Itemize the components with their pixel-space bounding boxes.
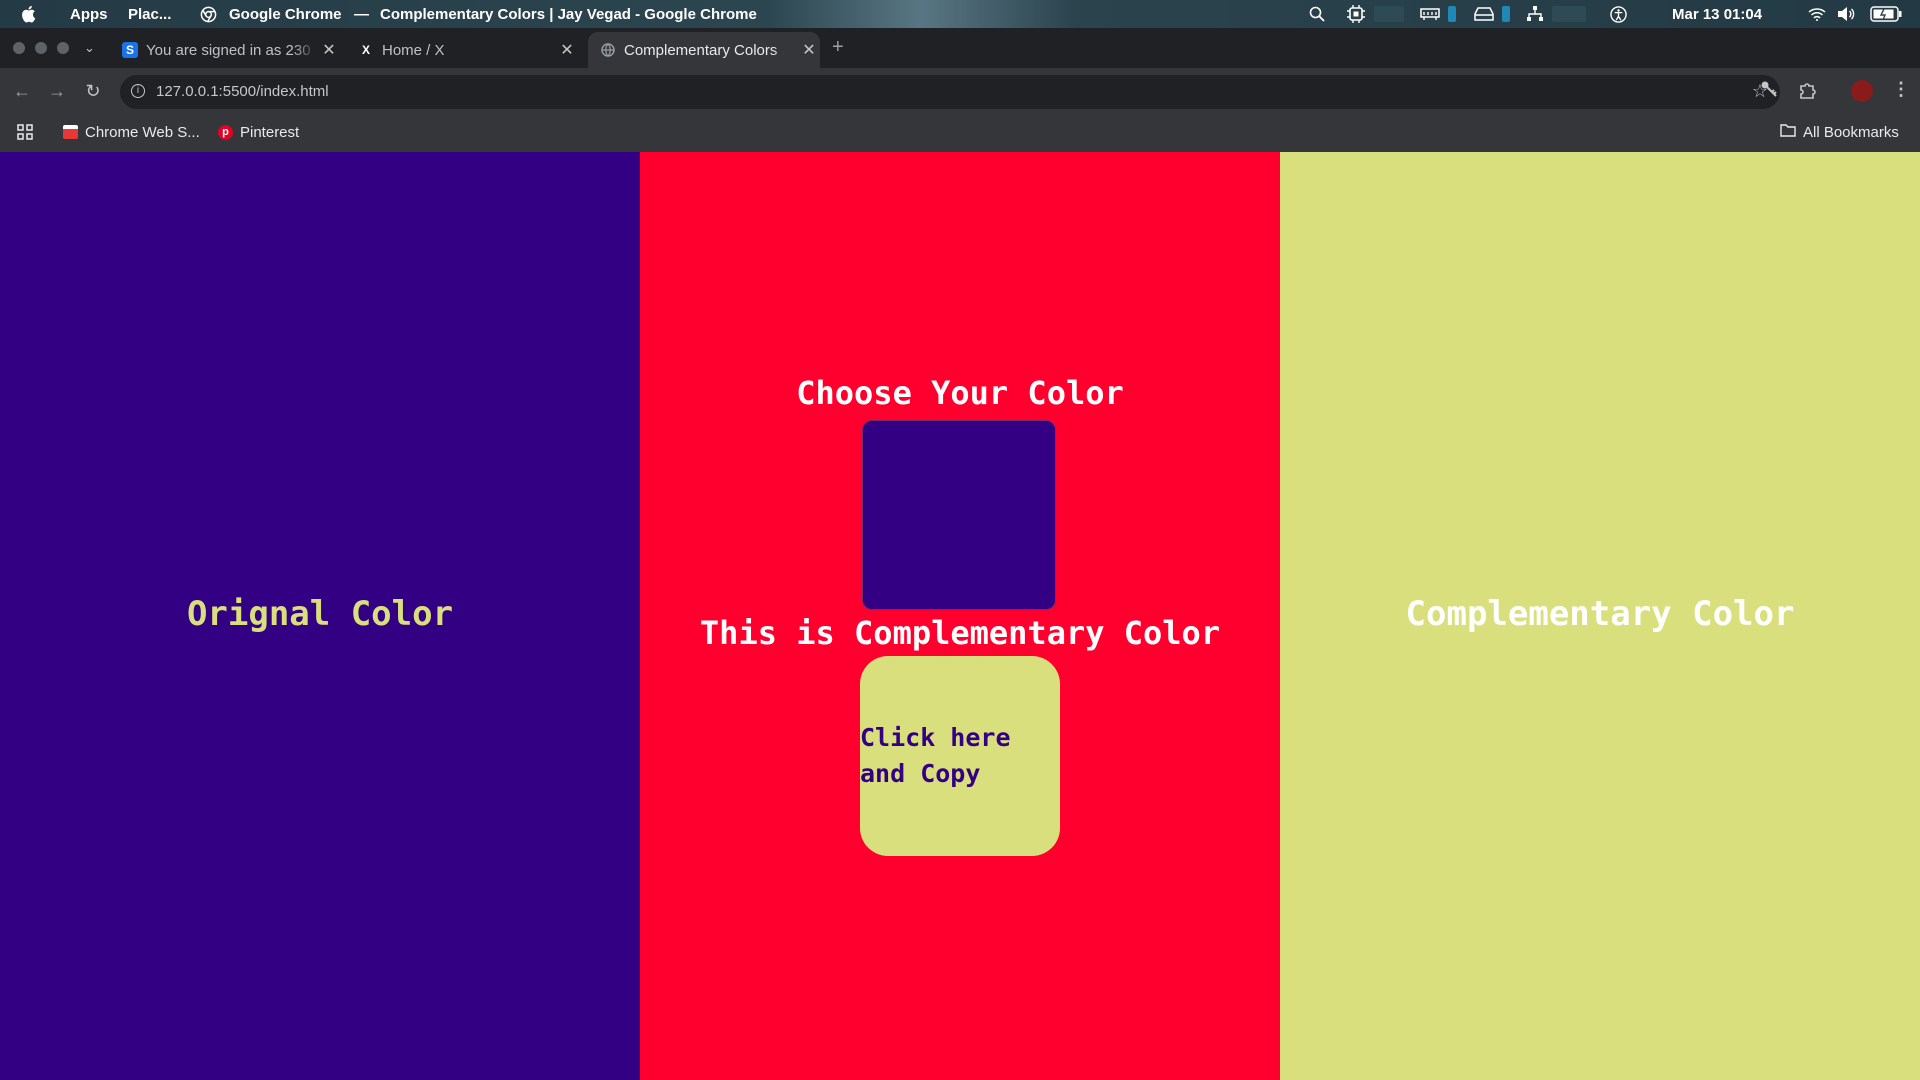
menu-kebab-icon[interactable]: ⋮ [1892,79,1910,100]
cpu-icon[interactable] [1347,0,1365,28]
apps-menu[interactable]: Apps [70,0,108,28]
title-separator: — [354,5,369,23]
tab-title: Home / X [382,41,445,59]
site-info-icon[interactable]: i [131,84,145,98]
tab-title: You are signed in as 230 [146,41,311,59]
os-top-bar: Apps Plac... Google Chrome — Complementa… [0,0,1920,28]
window-minimize-button[interactable] [35,42,47,54]
page-content: Orignal Color Choose Your Color This is … [0,152,1920,1080]
bookmark-chrome-web-store[interactable]: Chrome Web S... [63,122,200,142]
x-logo-icon: X [361,43,370,57]
battery-icon[interactable] [1870,0,1902,28]
clock[interactable]: Mar 13 01:04 [1672,0,1762,28]
profile-avatar[interactable] [1851,80,1873,102]
original-color-panel: Orignal Color [0,152,640,1080]
cpu-graph [1374,6,1404,22]
bookmark-label: Chrome Web S... [85,123,200,141]
tab-close-icon[interactable]: ✕ [556,40,578,60]
memory-graph [1448,6,1456,22]
globe-icon [600,42,616,58]
memory-icon[interactable] [1420,0,1440,28]
copy-button-label: Click here and Copy [860,723,1011,788]
new-tab-button[interactable]: + [832,36,844,59]
original-color-label: Orignal Color [186,594,454,634]
forward-arrow-icon[interactable]: → [46,80,68,102]
extensions-puzzle-icon[interactable] [1798,80,1818,105]
accessibility-icon[interactable] [1610,0,1627,28]
pinterest-icon: p [218,124,233,140]
apps-grid-icon[interactable] [17,122,33,142]
tab-favicon-s-icon: S [122,42,138,58]
window-title: Complementary Colors | Jay Vegad - Googl… [380,5,757,23]
tab-complementary-colors[interactable]: Complementary Colors ✕ [588,32,820,68]
storage-icon[interactable] [1474,0,1494,28]
tab-home-x[interactable]: X Home / X ✕ [346,32,578,68]
back-arrow-icon[interactable]: ← [11,80,33,102]
bookmark-pinterest[interactable]: p Pinterest [218,122,299,142]
folder-icon [1780,123,1796,141]
network-graph [1552,6,1586,22]
color-picker-input[interactable] [862,420,1056,610]
reload-icon[interactable]: ↻ [82,80,104,102]
all-bookmarks-button[interactable]: All Bookmarks [1780,122,1899,142]
tab-close-icon[interactable]: ✕ [798,40,820,60]
volume-icon[interactable] [1837,0,1855,28]
window-maximize-button[interactable] [57,42,69,54]
tab-search-chevron-icon[interactable]: ⌄ [84,40,95,56]
tab-close-icon[interactable]: ✕ [318,40,340,60]
network-icon[interactable] [1526,0,1544,28]
search-icon[interactable] [1309,0,1325,28]
key-icon[interactable] [1760,80,1778,103]
places-menu[interactable]: Plac... [128,0,171,28]
active-app-name[interactable]: Google Chrome [229,0,342,28]
address-bar[interactable]: i 127.0.0.1:5500/index.html ☆ [120,75,1780,109]
complementary-color-label: Complementary Color [1405,594,1795,634]
storage-graph [1502,6,1510,22]
apple-icon[interactable] [20,0,36,28]
complementary-heading: This is Complementary Color [699,614,1221,652]
copy-color-button[interactable]: Click here and Copy [860,656,1060,856]
chrome-web-store-icon [63,125,78,139]
tab-signed-in[interactable]: S You are signed in as 230 ✕ [110,32,340,68]
choose-color-heading: Choose Your Color [796,374,1124,412]
bookmark-label: Pinterest [240,123,300,141]
url-text[interactable]: 127.0.0.1:5500/index.html [156,83,329,100]
tab-title: Complementary Colors [624,41,778,59]
picker-panel: Choose Your Color This is Complementary … [640,152,1280,1080]
wifi-icon[interactable] [1808,0,1826,28]
window-close-button[interactable] [13,42,25,54]
chrome-app-icon [200,0,217,28]
all-bookmarks-label: All Bookmarks [1803,123,1899,141]
complementary-color-panel: Complementary Color [1280,152,1920,1080]
